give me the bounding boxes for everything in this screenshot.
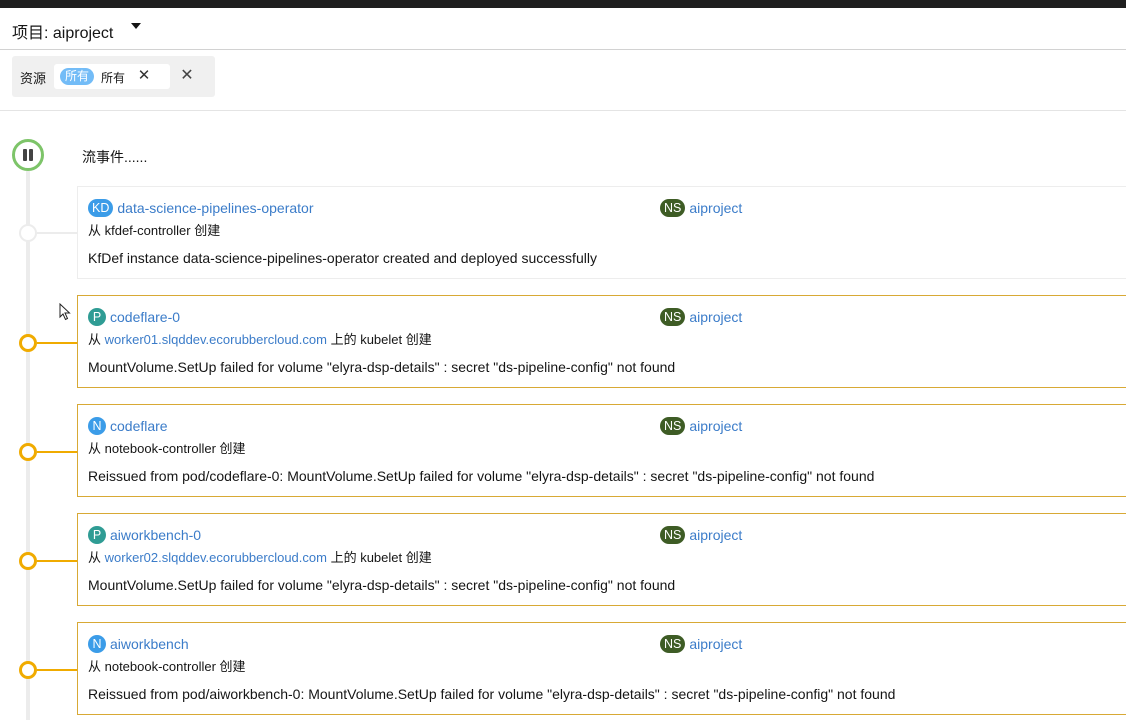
node-link[interactable]: worker02.slqddev.ecorubbercloud.com [105, 550, 327, 565]
namespace-badge: NS [660, 635, 686, 654]
timeline-connector [37, 342, 77, 344]
namespace-link[interactable]: aiproject [689, 636, 742, 652]
filter-category-label: 资源 [20, 71, 47, 86]
resource-kind-badge: P [88, 308, 106, 327]
event-message: Reissued from pod/codeflare-0: MountVolu… [88, 468, 875, 484]
event-namespace: NS aiproject [660, 199, 742, 218]
event-source: 从 worker01.slqddev.ecorubbercloud.com 上的… [88, 329, 432, 348]
resource-link[interactable]: codeflare-0 [110, 309, 180, 325]
close-icon[interactable]: ✕ [176, 65, 198, 87]
event-namespace: NS aiproject [660, 635, 742, 654]
event-resource: Paiworkbench-0 [88, 526, 201, 545]
resource-kind-badge: N [88, 417, 106, 436]
resource-link[interactable]: aiworkbench-0 [110, 527, 201, 543]
project-bar: 项目: aiproject [0, 8, 1126, 50]
chip-badge: 所有 [60, 68, 95, 85]
resource-kind-badge: P [88, 526, 106, 545]
resource-kind-badge: KD [88, 199, 114, 218]
chip-label: 所有 [101, 71, 126, 85]
timeline-dot [19, 661, 37, 679]
resource-link[interactable]: aiworkbench [110, 636, 189, 652]
timeline-connector [37, 232, 77, 234]
stream-status-text: 流事件...... [82, 149, 148, 165]
event-source: 从 worker02.slqddev.ecorubbercloud.com 上的… [88, 547, 432, 566]
namespace-link[interactable]: aiproject [689, 527, 742, 543]
pause-icon [23, 149, 33, 161]
source-suffix: 上的 kubelet 创建 [330, 550, 432, 565]
filter-chip-group: 资源 所有 所有 ✕ ✕ [12, 56, 215, 97]
event-card: Pcodeflare-0 NS aiproject 从 worker01.slqd… [77, 295, 1126, 388]
timeline-dot [19, 552, 37, 570]
top-strip [0, 0, 1126, 8]
namespace-badge: NS [660, 308, 686, 327]
filter-toolbar: 资源 所有 所有 ✕ ✕ [0, 51, 1126, 111]
event-namespace: NS aiproject [660, 308, 742, 327]
resource-kind-badge: N [88, 635, 106, 654]
source-text: 从 kfdef-controller 创建 [88, 223, 221, 238]
source-prefix: 从 [88, 550, 102, 565]
project-selector-label[interactable]: 项目: aiproject [12, 19, 113, 43]
source-text: 从 notebook-controller 创建 [88, 659, 246, 674]
event-source: 从 notebook-controller 创建 [88, 656, 246, 675]
event-card: Paiworkbench-0 NS aiproject 从 worker02.sl… [77, 513, 1126, 606]
timeline-connector [37, 560, 77, 562]
event-card: Naiworkbench NS aiproject 从 notebook-cont… [77, 622, 1126, 715]
event-message: MountVolume.SetUp failed for volume "ely… [88, 577, 676, 593]
event-card: KD data-science-pipelines-operator NS aipr… [77, 186, 1126, 279]
source-suffix: 上的 kubelet 创建 [330, 332, 432, 347]
source-prefix: 从 [88, 332, 102, 347]
event-source: 从 notebook-controller 创建 [88, 438, 246, 457]
event-resource: Pcodeflare-0 [88, 308, 180, 327]
resource-link[interactable]: codeflare [110, 418, 168, 434]
event-message: KfDef instance data-science-pipelines-op… [88, 250, 597, 266]
timeline-dot [19, 334, 37, 352]
caret-down-icon[interactable] [131, 23, 141, 29]
event-resource: Naiworkbench [88, 635, 189, 654]
namespace-link[interactable]: aiproject [689, 200, 742, 216]
node-link[interactable]: worker01.slqddev.ecorubbercloud.com [105, 332, 327, 347]
timeline-dot [19, 443, 37, 461]
event-message: MountVolume.SetUp failed for volume "ely… [88, 359, 676, 375]
event-resource: KD data-science-pipelines-operator [88, 199, 313, 218]
resource-link[interactable]: data-science-pipelines-operator [117, 200, 313, 216]
event-card: Ncodeflare NS aiproject 从 notebook-contro… [77, 404, 1126, 497]
filter-chip: 所有 所有 ✕ [54, 64, 170, 89]
event-namespace: NS aiproject [660, 417, 742, 436]
namespace-link[interactable]: aiproject [689, 418, 742, 434]
timeline-connector [37, 451, 77, 453]
close-icon[interactable]: ✕ [134, 65, 154, 87]
timeline-connector [37, 669, 77, 671]
event-resource: Ncodeflare [88, 417, 168, 436]
source-text: 从 notebook-controller 创建 [88, 441, 246, 456]
namespace-badge: NS [660, 417, 686, 436]
event-source: 从 kfdef-controller 创建 [88, 220, 220, 239]
stream-pause-button[interactable] [12, 139, 44, 171]
event-namespace: NS aiproject [660, 526, 742, 545]
namespace-badge: NS [660, 199, 686, 218]
namespace-badge: NS [660, 526, 686, 545]
namespace-link[interactable]: aiproject [689, 309, 742, 325]
event-message: Reissued from pod/aiworkbench-0: MountVo… [88, 686, 896, 702]
timeline-dot [19, 224, 37, 242]
